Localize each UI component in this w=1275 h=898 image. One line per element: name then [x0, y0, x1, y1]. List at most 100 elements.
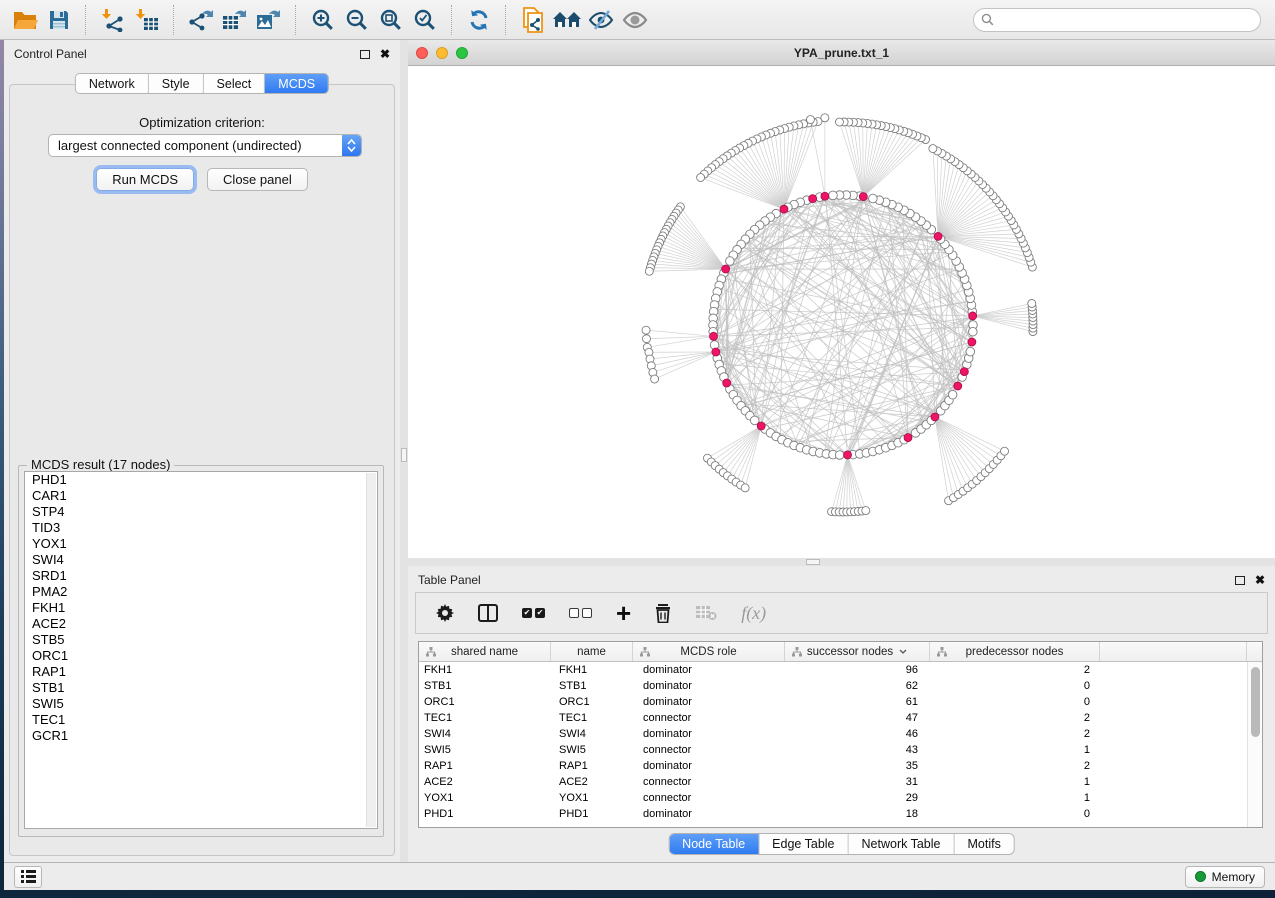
mcds-result-item[interactable]: YOX1 — [25, 536, 377, 552]
fan-node[interactable] — [835, 118, 843, 126]
close-panel-button[interactable]: Close panel — [207, 168, 308, 191]
export-network-icon[interactable] — [184, 4, 218, 36]
column-header-MCDS-role[interactable]: MCDS role — [633, 642, 785, 661]
hub-node[interactable] — [859, 193, 867, 201]
table-row[interactable]: PHD1PHD1dominator180 — [419, 806, 1247, 822]
fan-node[interactable] — [697, 174, 705, 182]
export-table-icon[interactable] — [218, 4, 252, 36]
hub-node[interactable] — [934, 232, 942, 240]
mcds-result-item[interactable]: SWI4 — [25, 552, 377, 568]
search-input[interactable] — [998, 10, 1260, 30]
window-minimize-icon[interactable] — [436, 47, 448, 59]
ring-node[interactable] — [869, 194, 878, 203]
table-row[interactable]: STB1STB1dominator620 — [419, 678, 1247, 694]
divider-grip[interactable] — [401, 448, 407, 462]
table-scrollbar[interactable] — [1247, 662, 1262, 827]
session-home-icon[interactable] — [550, 4, 584, 36]
tab-edge-table[interactable]: Edge Table — [759, 834, 848, 854]
ring-node[interactable] — [948, 390, 957, 399]
zoom-fit-icon[interactable] — [374, 4, 408, 36]
ring-node[interactable] — [966, 347, 975, 356]
network-view[interactable] — [408, 66, 1275, 558]
mcds-result-item[interactable]: CAR1 — [25, 488, 377, 504]
column-header-name[interactable]: name — [551, 642, 633, 661]
import-network-icon[interactable] — [96, 4, 130, 36]
float-panel-icon[interactable] — [360, 50, 370, 59]
hub-node[interactable] — [780, 205, 788, 213]
fan-node[interactable] — [862, 507, 870, 515]
table-row[interactable]: SWI4SWI4dominator462 — [419, 726, 1247, 742]
fan-node[interactable] — [821, 114, 829, 122]
mcds-result-item[interactable]: ORC1 — [25, 648, 377, 664]
hub-node[interactable] — [709, 332, 717, 340]
hub-node[interactable] — [821, 192, 829, 200]
close-panel-icon[interactable]: ✖ — [1255, 574, 1265, 586]
split-columns-icon[interactable] — [478, 604, 498, 622]
fan-node[interactable] — [929, 145, 937, 153]
fan-node[interactable] — [645, 267, 653, 275]
window-maximize-icon[interactable] — [456, 47, 468, 59]
fan-node[interactable] — [741, 484, 749, 492]
hub-node[interactable] — [954, 382, 962, 390]
hub-node[interactable] — [723, 379, 731, 387]
mcds-result-item[interactable]: PHD1 — [25, 472, 377, 488]
hub-node[interactable] — [969, 312, 977, 320]
import-table-icon[interactable] — [130, 4, 164, 36]
tab-motifs[interactable]: Motifs — [954, 834, 1013, 854]
ring-node[interactable] — [726, 257, 735, 266]
table-row[interactable]: YOX1YOX1connector291 — [419, 790, 1247, 806]
mcds-result-item[interactable]: TID3 — [25, 520, 377, 536]
table-row[interactable]: SWI5SWI5connector431 — [419, 742, 1247, 758]
hub-node[interactable] — [757, 422, 765, 430]
mcds-result-item[interactable]: ACE2 — [25, 616, 377, 632]
list-scrollbar[interactable] — [366, 473, 376, 827]
mcds-result-item[interactable]: RAP1 — [25, 664, 377, 680]
mcds-result-item[interactable]: GCR1 — [25, 728, 377, 744]
table-row[interactable]: TEC1TEC1connector472 — [419, 710, 1247, 726]
fan-node[interactable] — [642, 326, 650, 334]
delete-column-icon[interactable] — [655, 604, 671, 623]
hub-node[interactable] — [960, 368, 968, 376]
column-header-empty[interactable] — [1100, 642, 1247, 661]
mcds-result-item[interactable]: SWI5 — [25, 696, 377, 712]
tab-style[interactable]: Style — [149, 74, 204, 93]
table-row[interactable]: RAP1RAP1dominator352 — [419, 758, 1247, 774]
fan-node[interactable] — [806, 116, 814, 124]
hide-graphics-icon[interactable] — [584, 4, 618, 36]
select-all-icon[interactable]: ✔✔ — [522, 608, 545, 618]
hub-node[interactable] — [931, 413, 939, 421]
show-graphics-icon[interactable] — [618, 4, 652, 36]
hub-node[interactable] — [712, 348, 720, 356]
gear-icon[interactable] — [436, 604, 454, 622]
zoom-in-icon[interactable] — [306, 4, 340, 36]
tab-node-table[interactable]: Node Table — [669, 834, 759, 854]
hub-node[interactable] — [809, 195, 817, 203]
criterion-select[interactable]: largest connected component (undirected) — [48, 134, 362, 157]
add-column-icon[interactable]: + — [616, 603, 631, 623]
table-row[interactable]: ORC1ORC1dominator610 — [419, 694, 1247, 710]
tab-mcds[interactable]: MCDS — [265, 74, 328, 93]
mcds-result-item[interactable]: STB5 — [25, 632, 377, 648]
mcds-result-item[interactable]: TEC1 — [25, 712, 377, 728]
deselect-all-icon[interactable] — [569, 608, 592, 618]
mcds-result-item[interactable]: FKH1 — [25, 600, 377, 616]
open-file-icon[interactable] — [8, 4, 42, 36]
fan-node[interactable] — [1028, 299, 1036, 307]
fan-node[interactable] — [642, 335, 650, 343]
fan-node[interactable] — [1001, 447, 1009, 455]
mcds-result-item[interactable]: STB1 — [25, 680, 377, 696]
network-titlebar[interactable]: YPA_prune.txt_1 — [408, 40, 1275, 66]
tab-select[interactable]: Select — [204, 74, 266, 93]
divider-grip[interactable] — [806, 559, 820, 565]
close-panel-icon[interactable]: ✖ — [380, 48, 390, 60]
memory-button[interactable]: Memory — [1185, 866, 1265, 888]
search-field[interactable] — [973, 8, 1261, 32]
refresh-layout-icon[interactable] — [462, 4, 496, 36]
mcds-result-item[interactable]: STP4 — [25, 504, 377, 520]
float-panel-icon[interactable] — [1235, 576, 1245, 585]
window-close-icon[interactable] — [416, 47, 428, 59]
tab-network-table[interactable]: Network Table — [849, 834, 955, 854]
horizontal-split-divider[interactable] — [408, 558, 1275, 566]
run-mcds-button[interactable]: Run MCDS — [96, 168, 194, 191]
ring-node[interactable] — [835, 451, 844, 460]
